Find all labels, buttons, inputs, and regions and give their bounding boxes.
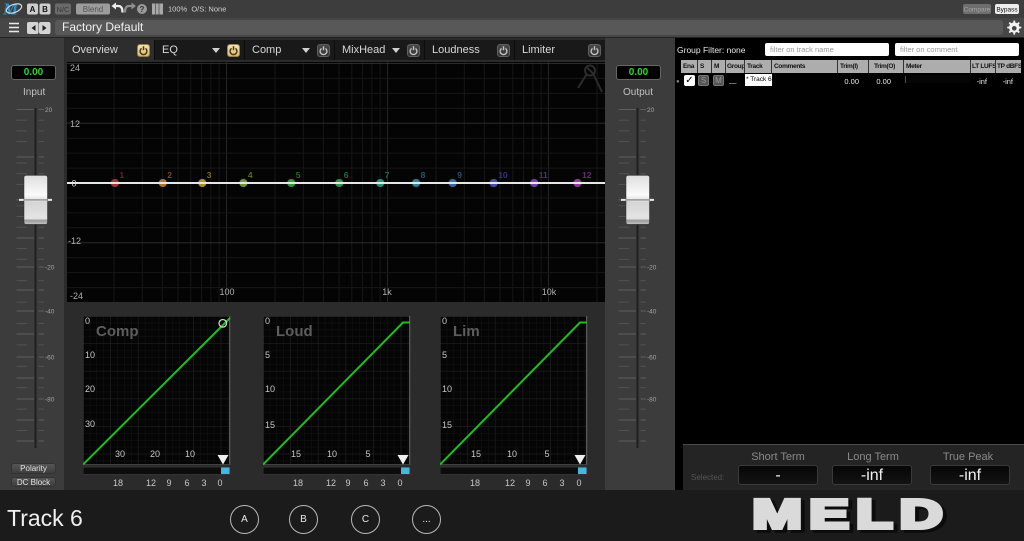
svg-text:0: 0 [85,316,90,326]
svg-text:0: 0 [217,478,222,488]
svg-text:100: 100 [219,287,234,297]
svg-text:10: 10 [507,449,517,459]
svg-text:0: 0 [72,179,77,189]
svg-text:7: 7 [385,170,390,180]
svg-text:12: 12 [582,170,592,180]
svg-text:Loud: Loud [276,323,313,340]
svg-text:5: 5 [365,449,370,459]
svg-text:0: 0 [576,478,581,488]
svg-text:15: 15 [442,420,452,430]
svg-text:100% O/S: None: 100% O/S: None [168,5,226,14]
svg-text:12: 12 [146,478,156,488]
svg-text:-60: -60 [647,355,657,362]
svg-text:M: M [2,0,19,18]
svg-text:20: 20 [150,449,160,459]
svg-text:-80: -80 [647,397,657,404]
svg-text:6: 6 [363,478,368,488]
svg-text:Bypass: Bypass [996,7,1018,14]
svg-text:9: 9 [166,478,171,488]
svg-text:10: 10 [265,384,275,394]
svg-text:-20: -20 [647,265,657,272]
svg-text:10: 10 [185,449,195,459]
svg-text:24: 24 [70,63,80,73]
svg-text:1: 1 [119,170,124,180]
svg-text:9: 9 [525,478,530,488]
svg-text:3: 3 [207,170,212,180]
svg-text:-20: -20 [45,265,55,272]
svg-text:15: 15 [265,420,275,430]
svg-text:6: 6 [184,478,189,488]
svg-text:B: B [42,5,48,14]
svg-text:5: 5 [296,170,301,180]
svg-text:10: 10 [85,350,95,360]
svg-text:5: 5 [265,350,270,360]
svg-text:-12: -12 [68,236,81,246]
svg-text:1k: 1k [382,287,392,297]
svg-text:6: 6 [542,478,547,488]
svg-text:18: 18 [470,478,480,488]
svg-text:0: 0 [397,478,402,488]
svg-text:2: 2 [167,170,172,180]
svg-text:18: 18 [293,478,303,488]
svg-text:MELD: MELD [752,492,949,537]
svg-text:10: 10 [327,449,337,459]
svg-text:30: 30 [115,449,125,459]
svg-text:0: 0 [442,316,447,326]
svg-text:12: 12 [505,478,515,488]
svg-text:10: 10 [442,384,452,394]
svg-text:Blend: Blend [83,5,103,14]
svg-text:9: 9 [345,478,350,488]
svg-text:15: 15 [471,449,481,459]
svg-text:18: 18 [113,478,123,488]
svg-text:Compare: Compare [964,7,991,14]
svg-text:11: 11 [539,170,548,180]
svg-text:Comp: Comp [96,323,139,340]
svg-text:12: 12 [326,478,336,488]
svg-text:A: A [30,5,36,14]
svg-text:5: 5 [442,350,447,360]
svg-text:-80: -80 [45,397,55,404]
svg-text:N/C: N/C [57,5,71,14]
svg-text:4: 4 [248,170,253,180]
svg-text:3: 3 [559,478,564,488]
svg-text:15: 15 [291,449,301,459]
svg-text:6: 6 [344,170,349,180]
svg-text:20: 20 [45,107,53,114]
svg-text:5: 5 [544,449,549,459]
svg-text:20: 20 [647,107,655,114]
svg-text:20: 20 [85,384,95,394]
svg-text:-60: -60 [45,355,55,362]
svg-text:-40: -40 [45,309,55,316]
svg-text:-40: -40 [647,309,657,316]
svg-text:3: 3 [380,478,385,488]
svg-text:10: 10 [498,170,508,180]
svg-text:10k: 10k [542,287,557,297]
svg-text:?: ? [140,5,145,14]
svg-text:3: 3 [201,478,206,488]
svg-text:Lim: Lim [453,323,480,340]
svg-text:30: 30 [85,419,95,429]
svg-text:-24: -24 [70,291,83,301]
svg-text:12: 12 [70,119,80,129]
svg-text:9: 9 [457,170,462,180]
svg-text:0: 0 [265,316,270,326]
svg-text:8: 8 [421,170,426,180]
